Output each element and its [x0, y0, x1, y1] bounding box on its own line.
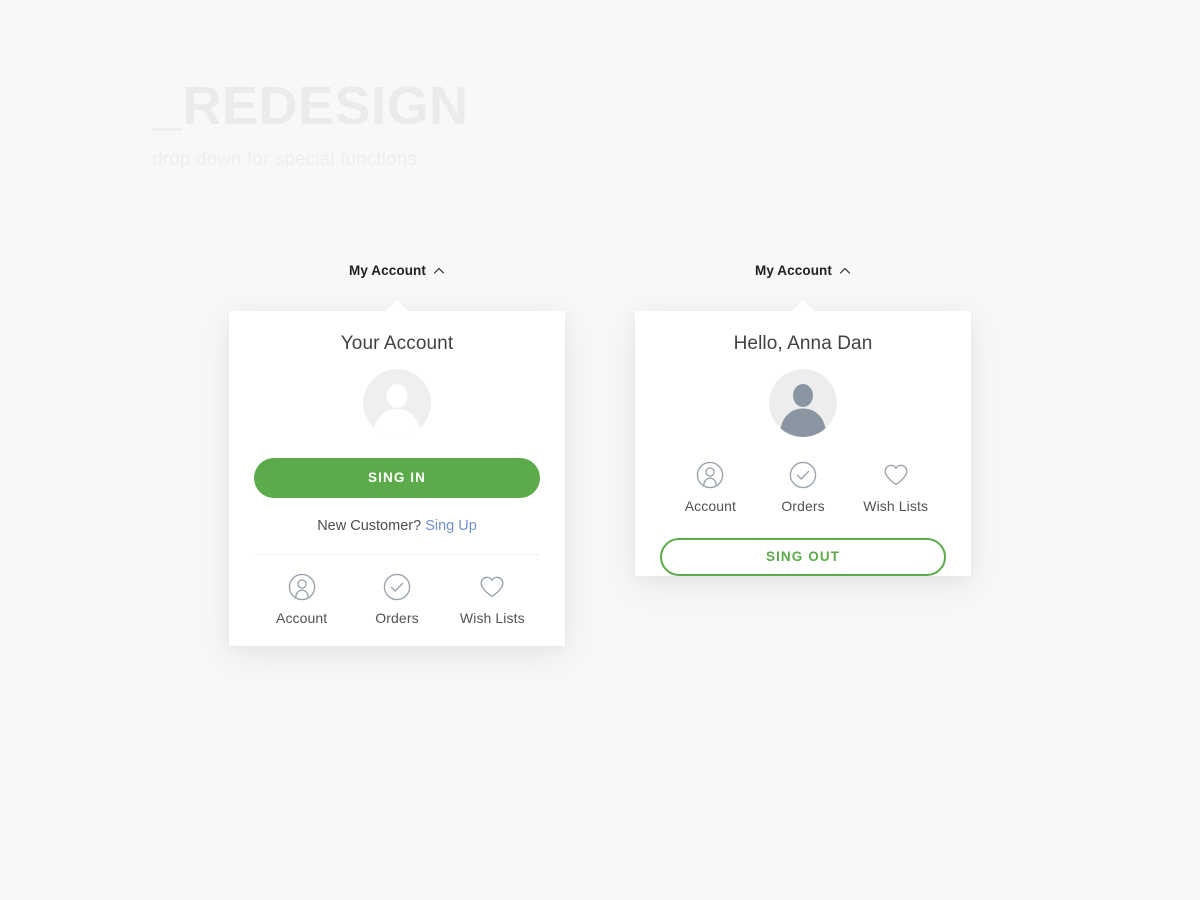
account-circle-icon [696, 461, 724, 489]
sign-in-button[interactable]: SING IN [254, 458, 540, 498]
account-dropdown-signed-out: My Account Your Account SING IN New Cust… [229, 258, 565, 646]
quick-link-orders[interactable]: Orders [349, 573, 444, 626]
page-title: _REDESIGN [152, 76, 469, 136]
my-account-trigger-label: My Account [348, 262, 426, 278]
quick-links-row: Account Orders Wish Lists [254, 555, 540, 646]
quick-link-wish-lists[interactable]: Wish Lists [445, 573, 540, 626]
quick-link-account[interactable]: Account [254, 573, 349, 626]
quick-link-wish-lists[interactable]: Wish Lists [849, 461, 942, 514]
panel-title: Hello, Anna Dan [733, 333, 873, 354]
quick-link-label: Account [276, 610, 328, 626]
page-header: _REDESIGN drop down for special function… [152, 78, 752, 171]
heart-icon [478, 573, 506, 601]
new-customer-text: New Customer? [317, 518, 422, 534]
check-circle-icon [383, 573, 411, 601]
account-panel-signed-out: Your Account SING IN New Customer? Sing … [229, 300, 565, 646]
quick-link-label: Account [684, 498, 736, 514]
sign-up-link[interactable]: Sing Up [425, 518, 477, 534]
sign-out-button[interactable]: SING OUT [660, 538, 946, 576]
quick-link-label: Orders [781, 498, 825, 514]
chevron-up-icon [433, 265, 445, 277]
panel-title: Your Account [340, 333, 454, 354]
account-circle-icon [288, 573, 316, 601]
heart-icon [882, 461, 910, 489]
my-account-trigger[interactable]: My Account [229, 258, 565, 282]
avatar-wrapper [660, 369, 946, 437]
quick-links-row: Account Orders Wish Lists [660, 437, 946, 514]
quick-link-account[interactable]: Account [664, 461, 757, 514]
account-dropdown-signed-in: My Account Hello, Anna Dan Account Order… [635, 258, 971, 600]
avatar-wrapper [254, 369, 540, 437]
my-account-trigger[interactable]: My Account [635, 258, 971, 282]
chevron-up-icon [839, 265, 851, 277]
account-panel-signed-in: Hello, Anna Dan Account Orders Wish List… [635, 300, 971, 576]
check-circle-icon [789, 461, 817, 489]
quick-link-orders[interactable]: Orders [757, 461, 850, 514]
quick-link-label: Wish Lists [459, 610, 525, 626]
my-account-trigger-label: My Account [754, 262, 832, 278]
quick-link-label: Orders [375, 610, 419, 626]
new-customer-row: New Customer? Sing Up [254, 518, 540, 554]
page-subtitle: drop down for special functions [152, 148, 418, 170]
avatar-placeholder-icon [363, 369, 431, 437]
quick-link-label: Wish Lists [863, 498, 929, 514]
avatar-user-icon [769, 369, 837, 437]
